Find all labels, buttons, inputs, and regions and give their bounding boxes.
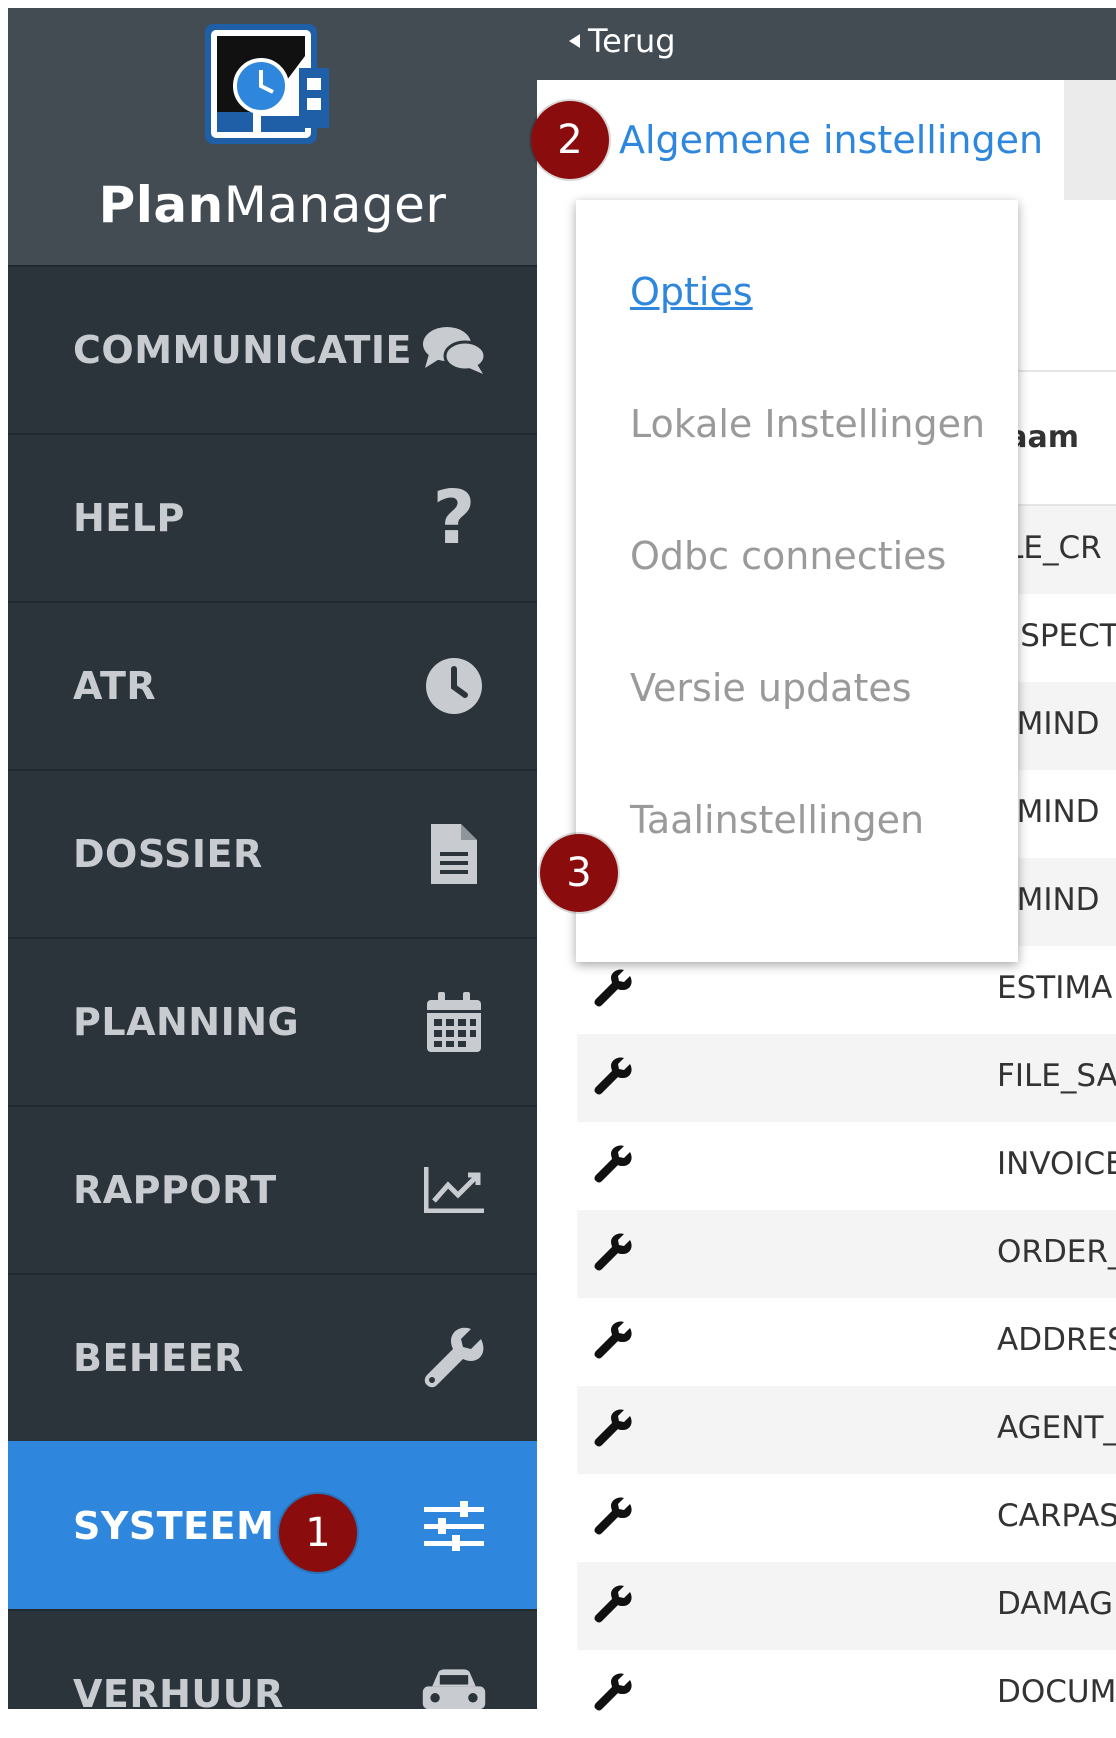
setting-name: ESTIMA [997, 970, 1113, 1006]
step-badge-2: 2 [531, 101, 609, 179]
sidebar-item-atr[interactable]: ATR [8, 601, 537, 769]
sidebar-item-help[interactable]: HELP ? [8, 433, 537, 601]
sidebar-item-rapport[interactable]: RAPPORT [8, 1105, 537, 1273]
planmanager-logo-icon [205, 24, 329, 144]
tab-label: Algemene instellingen [619, 118, 1044, 162]
setting-name: ADDRES [997, 1322, 1116, 1358]
menu-item-versie-updates[interactable]: Versie updates [630, 666, 912, 710]
setting-name: FILE_SA [997, 1058, 1116, 1094]
sidebar-item-planning[interactable]: PLANNING [8, 937, 537, 1105]
sidebar-item-verhuur[interactable]: VERHUUR [8, 1609, 537, 1709]
table-row[interactable]: DOCUM [577, 1650, 1116, 1738]
wrench-icon[interactable] [593, 1232, 633, 1272]
wrench-icon[interactable] [593, 1056, 633, 1096]
tab-algemene-instellingen[interactable]: Algemene instellingen [537, 80, 1064, 200]
wrench-icon[interactable] [593, 1584, 633, 1624]
menu-item-lokale-instellingen[interactable]: Lokale Instellingen [630, 402, 985, 446]
caret-left-icon [569, 34, 580, 48]
sidebar-item-label: PLANNING [73, 1000, 300, 1044]
menu-item-opties[interactable]: Opties [630, 270, 753, 314]
back-label: Terug [588, 22, 676, 60]
wrench-icon[interactable] [593, 1320, 633, 1360]
table-row[interactable]: FILE_SA [577, 1034, 1116, 1122]
menu-item-odbc-connecties[interactable]: Odbc connecties [630, 534, 946, 578]
wrench-icon[interactable] [593, 1672, 633, 1712]
sidebar-item-label: RAPPORT [73, 1168, 277, 1212]
clock-icon [419, 651, 489, 721]
sidebar-item-label: HELP [73, 496, 185, 540]
setting-name: CARPAS [997, 1498, 1116, 1534]
sidebar-item-label: BEHEER [73, 1336, 244, 1380]
table-row[interactable]: AGENT_ [577, 1386, 1116, 1474]
car-icon [419, 1659, 489, 1709]
back-link[interactable]: Terug [569, 22, 676, 60]
sidebar-item-label: SYSTEEM [73, 1504, 275, 1548]
wrench-icon [419, 1323, 489, 1393]
wrench-icon[interactable] [593, 1408, 633, 1448]
setting-name: DAMAG [997, 1586, 1113, 1622]
chart-icon [419, 1155, 489, 1225]
sidebar-item-dossier[interactable]: DOSSIER [8, 769, 537, 937]
sidebar-item-label: ATR [73, 664, 157, 708]
tab-bar: Algemene instellingen [537, 80, 1116, 200]
sidebar-item-label: VERHUUR [73, 1672, 284, 1709]
settings-dropdown-menu: Opties Lokale Instellingen Odbc connecti… [576, 200, 1018, 962]
top-bar: Terug [537, 8, 1116, 80]
sidebar-item-label: COMMUNICATIE [73, 328, 412, 372]
wrench-icon[interactable] [593, 1496, 633, 1536]
menu-item-taalinstellingen[interactable]: Taalinstellingen [630, 798, 924, 842]
table-row[interactable]: INVOICE [577, 1122, 1116, 1210]
step-badge-1: 1 [279, 1494, 357, 1572]
table-row[interactable]: CARPAS [577, 1474, 1116, 1562]
table-row[interactable]: ORDER_ [577, 1210, 1116, 1298]
setting-name: AGENT_ [997, 1410, 1116, 1446]
sidebar: PlanManager COMMUNICATIE HELP ? ATR DOSS… [8, 8, 537, 1709]
wrench-icon[interactable] [593, 968, 633, 1008]
table-row[interactable]: DAMAG [577, 1562, 1116, 1650]
sidebar-item-systeem[interactable]: SYSTEEM [8, 1441, 537, 1609]
wrench-icon[interactable] [593, 1144, 633, 1184]
logo-area: PlanManager [8, 8, 537, 265]
app-title: PlanManager [98, 176, 447, 234]
table-row[interactable]: ADDRES [577, 1298, 1116, 1386]
document-icon [419, 819, 489, 889]
sidebar-item-label: DOSSIER [73, 832, 263, 876]
question-icon: ? [432, 475, 476, 561]
setting-name: ORDER_ [997, 1234, 1116, 1270]
sidebar-item-communicatie[interactable]: COMMUNICATIE [8, 265, 537, 433]
sliders-icon [419, 1491, 489, 1561]
calendar-icon [419, 987, 489, 1057]
sidebar-item-beheer[interactable]: BEHEER [8, 1273, 537, 1441]
step-badge-3: 3 [540, 834, 618, 912]
comments-icon [419, 315, 489, 385]
setting-name: INVOICE [997, 1146, 1116, 1182]
setting-name: DOCUM [997, 1674, 1116, 1710]
